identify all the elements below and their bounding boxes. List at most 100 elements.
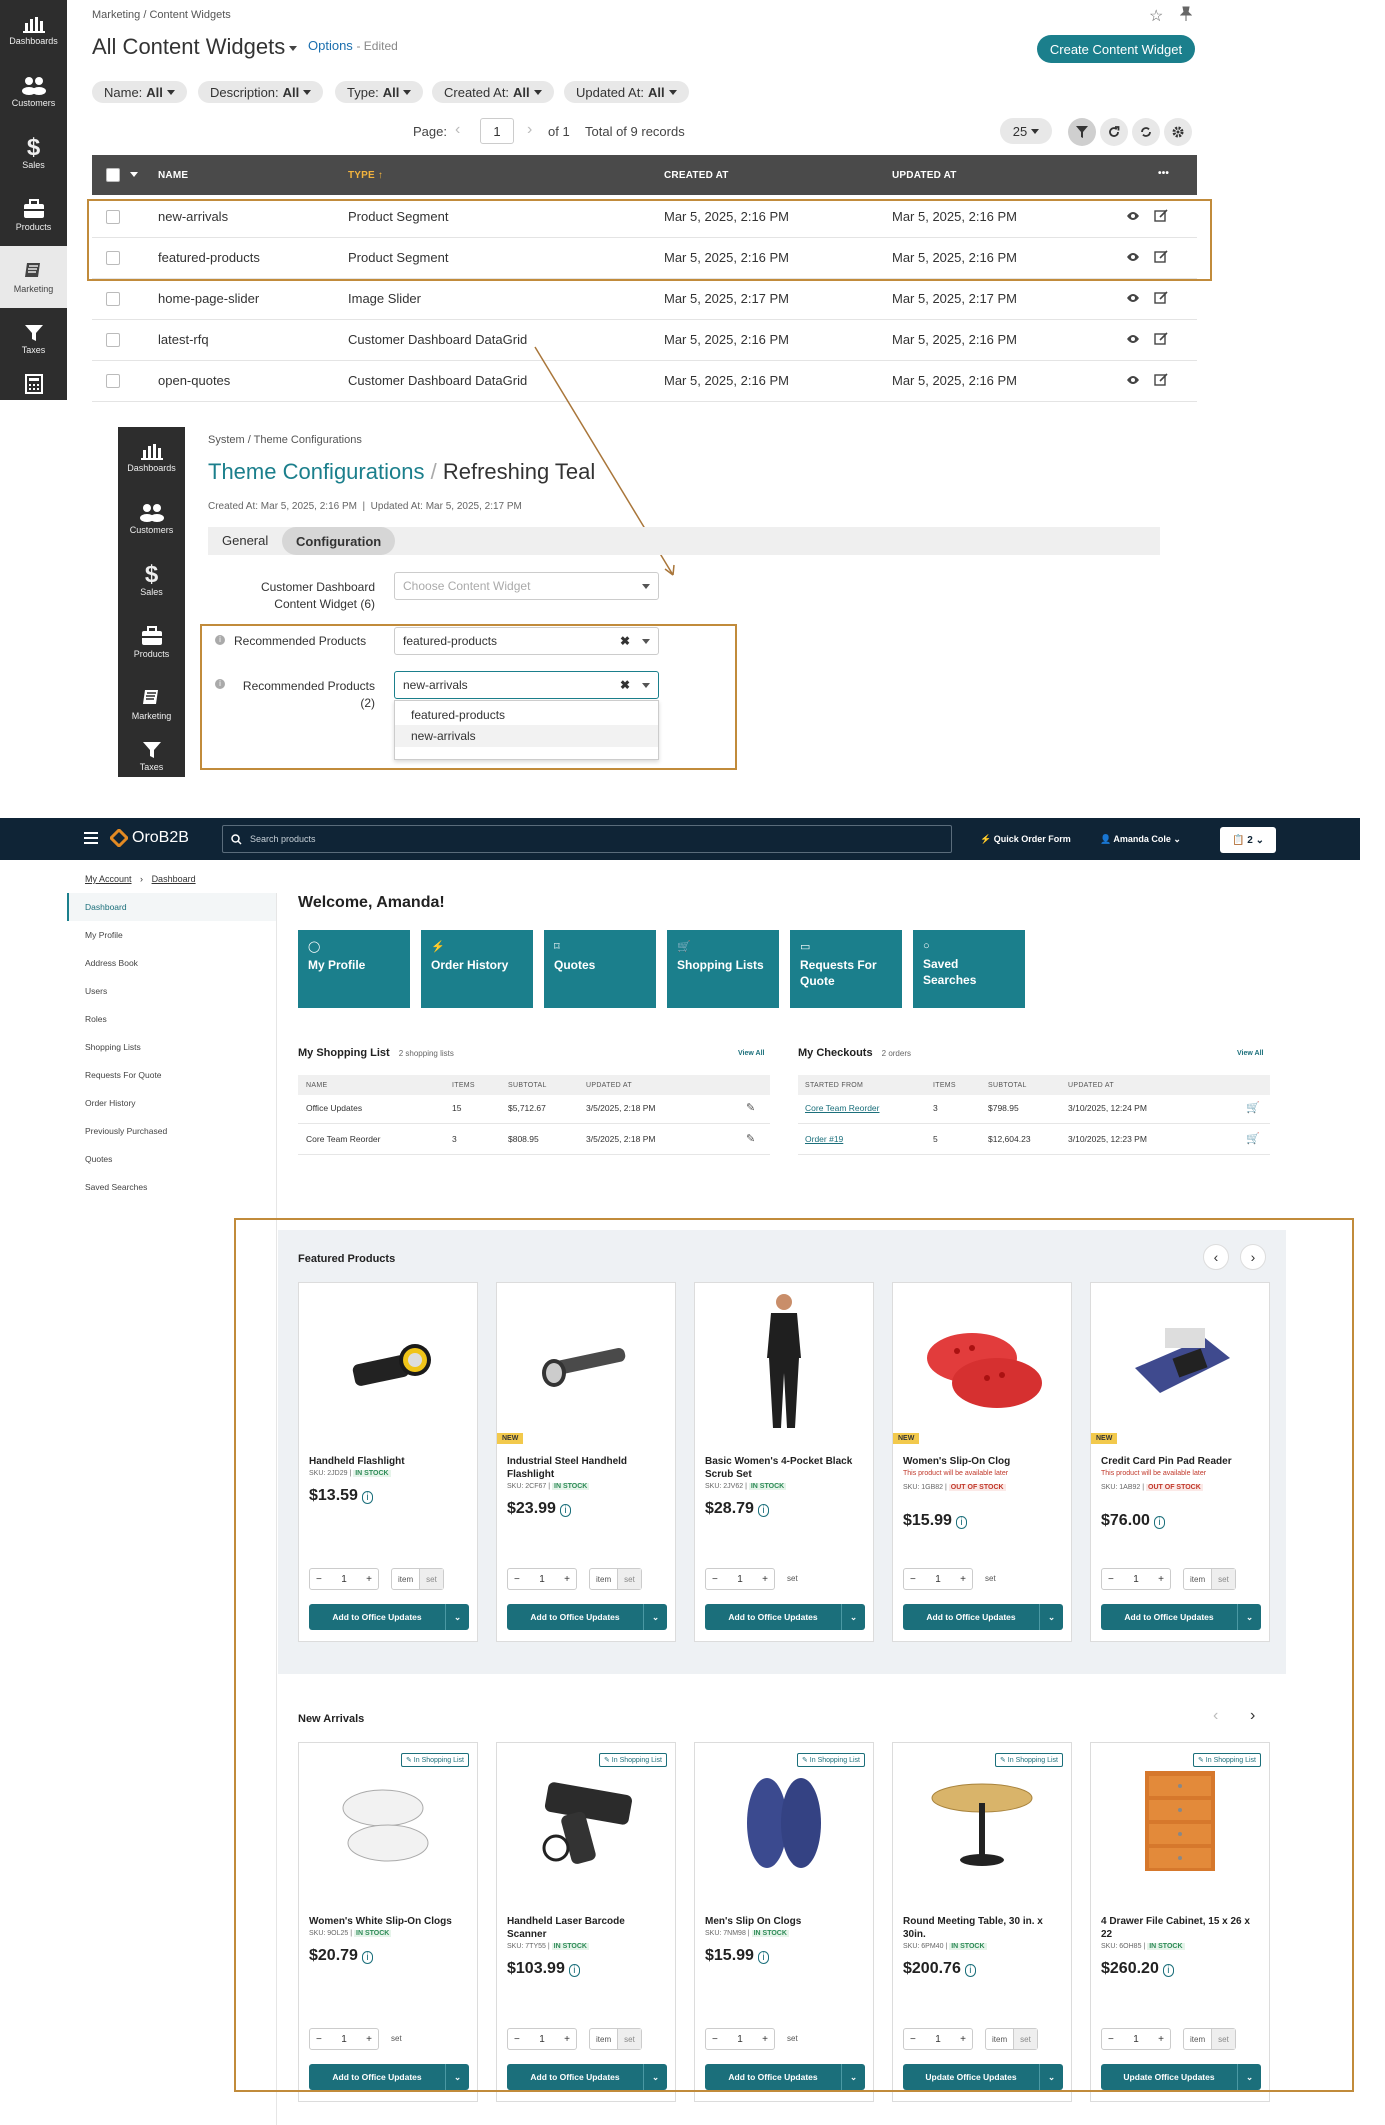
- sidebar-item-sales[interactable]: $ Sales: [118, 549, 185, 611]
- filter-updated-at[interactable]: Updated At: All: [564, 81, 689, 103]
- filter-toggle-button[interactable]: [1068, 118, 1096, 146]
- quick-order-link[interactable]: ⚡ Quick Order Form: [980, 834, 1071, 845]
- select-all-checkbox[interactable]: [106, 168, 120, 182]
- page-input[interactable]: 1: [480, 118, 514, 144]
- account-nav-item[interactable]: Address Book: [85, 958, 138, 968]
- refresh-button[interactable]: [1132, 118, 1160, 146]
- filter-created-at[interactable]: Created At: All: [432, 81, 554, 103]
- row-checkbox[interactable]: [106, 374, 120, 388]
- sidebar-item-taxes[interactable]: Taxes: [0, 308, 67, 370]
- edit-icon[interactable]: ✎: [746, 1101, 755, 1114]
- dashboard-tile[interactable]: ▭ Requests For Quote: [790, 930, 902, 1008]
- tab-configuration[interactable]: Configuration: [282, 527, 396, 555]
- table-cell[interactable]: Order #19: [805, 1134, 843, 1144]
- dashboard-widget-select[interactable]: Choose Content Widget: [394, 572, 659, 600]
- settings-button[interactable]: [1164, 118, 1192, 146]
- view-all-shopping-lists[interactable]: View All: [738, 1050, 764, 1057]
- theme-title-link[interactable]: Theme Configurations: [208, 459, 424, 484]
- account-nav-item[interactable]: Dashboard: [85, 902, 127, 912]
- filter-description[interactable]: Description: All: [198, 81, 324, 103]
- per-page-select[interactable]: 25: [1000, 118, 1052, 144]
- account-nav-item[interactable]: Saved Searches: [85, 1182, 147, 1192]
- chevron-down-icon: [403, 89, 412, 95]
- chevron-down-icon[interactable]: [130, 172, 138, 177]
- edit-icon[interactable]: [1154, 332, 1168, 345]
- sidebar-item-dashboards[interactable]: Dashboards: [118, 427, 185, 487]
- table-header: SUBTOTAL: [508, 1082, 547, 1089]
- reset-button[interactable]: [1100, 118, 1128, 146]
- dashboard-tile[interactable]: ⌑ Quotes: [544, 930, 656, 1008]
- dashboard-tile[interactable]: ◯ My Profile: [298, 930, 410, 1008]
- marketing-icon: [142, 689, 158, 704]
- sidebar-item-taxes[interactable]: Taxes: [118, 735, 185, 777]
- tab-general[interactable]: General: [222, 533, 268, 548]
- filter-type[interactable]: Type: All: [335, 81, 424, 103]
- table-cell: 3: [933, 1103, 938, 1113]
- shopping-list-widget[interactable]: 📋 2 ⌄: [1220, 827, 1276, 853]
- sidebar-item-customers[interactable]: Customers: [118, 487, 185, 549]
- chevron-down-icon[interactable]: [289, 45, 298, 51]
- account-nav-item[interactable]: Users: [85, 986, 107, 996]
- account-nav-item[interactable]: Order History: [85, 1098, 136, 1108]
- sidebar-item-products[interactable]: Products: [118, 611, 185, 673]
- row-checkbox[interactable]: [106, 333, 120, 347]
- sidebar-item-marketing[interactable]: Marketing: [118, 673, 185, 735]
- brand-logo[interactable]: OroB2B: [110, 829, 189, 847]
- view-icon[interactable]: [1126, 375, 1140, 385]
- breadcrumb-current[interactable]: Dashboard: [152, 874, 196, 884]
- column-type[interactable]: TYPE ↑: [348, 170, 383, 181]
- options-link[interactable]: Options - Edited: [308, 38, 398, 53]
- pin-icon[interactable]: [1179, 6, 1193, 27]
- search-input[interactable]: Search products: [222, 825, 952, 853]
- account-nav-item[interactable]: Previously Purchased: [85, 1126, 167, 1136]
- column-updated-at[interactable]: UPDATED AT: [892, 170, 957, 181]
- edit-icon[interactable]: [1154, 291, 1168, 304]
- edit-icon[interactable]: [1154, 373, 1168, 386]
- options-label[interactable]: Options: [308, 38, 353, 53]
- filter-name[interactable]: Name: All: [92, 81, 187, 103]
- account-nav-item[interactable]: My Profile: [85, 930, 123, 940]
- sidebar-item-sales[interactable]: $ Sales: [0, 122, 67, 184]
- column-created-at[interactable]: CREATED AT: [664, 170, 729, 181]
- table-cell: 3/10/2025, 12:24 PM: [1068, 1103, 1147, 1113]
- table-cell: $808.95: [508, 1134, 539, 1144]
- table-cell[interactable]: Core Team Reorder: [805, 1103, 880, 1113]
- sidebar-item-customers[interactable]: Customers: [0, 60, 67, 122]
- breadcrumb-link[interactable]: My Account: [85, 874, 132, 884]
- account-nav-item[interactable]: Shopping Lists: [85, 1042, 141, 1052]
- cart-icon[interactable]: 🛒: [1246, 1101, 1260, 1114]
- account-nav-item[interactable]: Roles: [85, 1014, 107, 1024]
- sidebar-item-marketing[interactable]: Marketing: [0, 246, 67, 308]
- sidebar-label: Sales: [140, 587, 163, 597]
- prev-page-icon[interactable]: ‹: [455, 121, 460, 139]
- sidebar-item-more[interactable]: [0, 370, 67, 400]
- sidebar-label: Products: [15, 221, 52, 232]
- row-checkbox[interactable]: [106, 292, 120, 306]
- account-nav-item[interactable]: Requests For Quote: [85, 1070, 162, 1080]
- view-icon[interactable]: [1126, 293, 1140, 303]
- cart-icon[interactable]: 🛒: [1246, 1132, 1260, 1145]
- sidebar-item-dashboards[interactable]: Dashboards: [0, 0, 67, 60]
- dashboards-icon: [140, 443, 163, 460]
- reset-icon: [1109, 126, 1120, 137]
- star-icon[interactable]: ☆: [1149, 6, 1163, 26]
- dashboard-tile[interactable]: ⚡ Order History: [421, 930, 533, 1008]
- account-nav-item[interactable]: Quotes: [85, 1154, 112, 1164]
- refresh-icon: [1141, 127, 1151, 137]
- dashboard-tile[interactable]: ○ Saved Searches: [913, 930, 1025, 1008]
- sidebar-item-products[interactable]: Products: [0, 184, 67, 246]
- hamburger-icon[interactable]: [84, 832, 98, 844]
- column-name[interactable]: NAME: [158, 170, 188, 181]
- shopping-lists-table: NAME ITEMS SUBTOTAL UPDATED AT Office Update…: [298, 1075, 770, 1155]
- edit-icon[interactable]: ✎: [746, 1132, 755, 1145]
- create-content-widget-button[interactable]: Create Content Widget: [1037, 35, 1195, 63]
- dashboard-tile[interactable]: 🛒 Shopping Lists: [667, 930, 779, 1008]
- table-row[interactable]: home-page-slider Image Slider Mar 5, 202…: [92, 279, 1197, 320]
- chevron-down-icon: ⌄: [1173, 834, 1181, 844]
- user-menu[interactable]: 👤 Amanda Cole ⌄: [1100, 834, 1181, 845]
- view-icon[interactable]: [1126, 334, 1140, 344]
- view-all-checkouts[interactable]: View All: [1237, 1050, 1263, 1057]
- next-page-icon[interactable]: ›: [527, 121, 532, 139]
- column-actions[interactable]: •••: [1158, 168, 1169, 179]
- admin-sidebar: Dashboards Customers $ Sales Products Ma…: [0, 0, 67, 400]
